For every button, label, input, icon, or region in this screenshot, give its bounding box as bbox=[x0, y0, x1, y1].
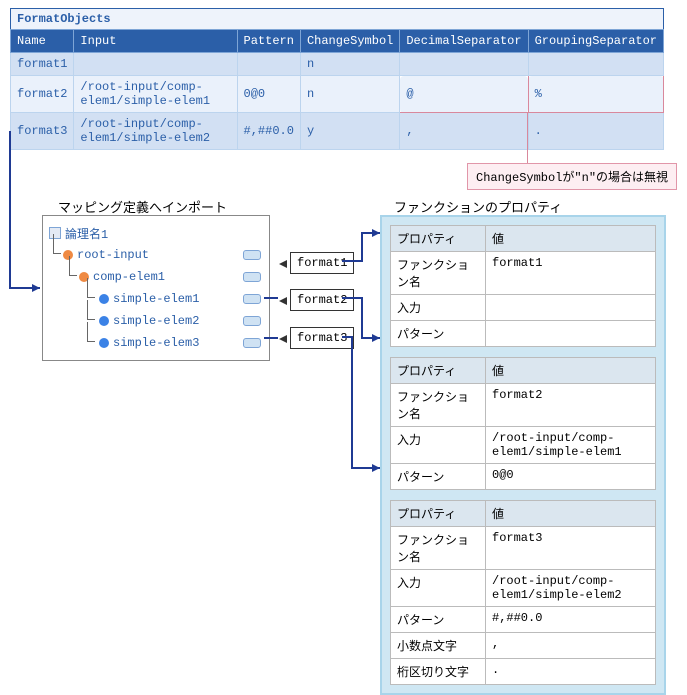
port-icon bbox=[243, 316, 261, 326]
col-change: ChangeSymbol bbox=[300, 30, 399, 53]
tree-item: root-input bbox=[49, 244, 263, 266]
simple-element-icon bbox=[99, 294, 109, 304]
format-box-3: format3 bbox=[290, 327, 354, 349]
prop-table-2: プロパティ値 ファンクション名format2 入力/root-input/com… bbox=[390, 357, 656, 490]
tree-root: 論理名1 bbox=[49, 222, 263, 244]
simple-element-icon bbox=[99, 316, 109, 326]
table-row: format1n bbox=[11, 53, 664, 76]
table-row: format3/root-input/comp-elem1/simple-ele… bbox=[11, 113, 664, 150]
tree-item: comp-elem1 bbox=[49, 266, 263, 288]
format-objects-table: FormatObjects Name Input Pattern ChangeS… bbox=[10, 8, 664, 150]
col-pattern: Pattern bbox=[237, 30, 300, 53]
port-icon bbox=[243, 294, 261, 304]
tree-panel: 論理名1 root-input comp-elem1 simple-elem1 … bbox=[42, 215, 270, 361]
prop-table-1: プロパティ値 ファンクション名format1 入力 パターン bbox=[390, 225, 656, 347]
port-icon bbox=[243, 338, 261, 348]
col-input: Input bbox=[74, 30, 237, 53]
mapping-label: マッピング定義へインポート bbox=[58, 197, 227, 216]
col-dec: DecimalSeparator bbox=[400, 30, 528, 53]
prop-table-3: プロパティ値 ファンクション名format3 入力/root-input/com… bbox=[390, 500, 656, 685]
port-icon bbox=[243, 250, 261, 260]
function-label: ファンクションのプロパティ bbox=[394, 197, 562, 216]
col-grp: GroupingSeparator bbox=[528, 30, 663, 53]
tree-item: simple-elem3 bbox=[49, 332, 263, 354]
tree-item: simple-elem1 bbox=[49, 288, 263, 310]
format-objects-title: FormatObjects bbox=[10, 8, 664, 29]
callout-connector bbox=[527, 112, 528, 164]
simple-element-icon bbox=[99, 338, 109, 348]
format-box-2: format2 bbox=[290, 289, 354, 311]
tree-item: simple-elem2 bbox=[49, 310, 263, 332]
properties-panel: プロパティ値 ファンクション名format1 入力 パターン プロパティ値 ファ… bbox=[380, 215, 666, 695]
callout-note: ChangeSymbolが"n"の場合は無視 bbox=[467, 163, 677, 190]
col-name: Name bbox=[11, 30, 74, 53]
table-row: format2/root-input/comp-elem1/simple-ele… bbox=[11, 76, 664, 113]
port-icon bbox=[243, 272, 261, 282]
format-box-1: format1 bbox=[290, 252, 354, 274]
